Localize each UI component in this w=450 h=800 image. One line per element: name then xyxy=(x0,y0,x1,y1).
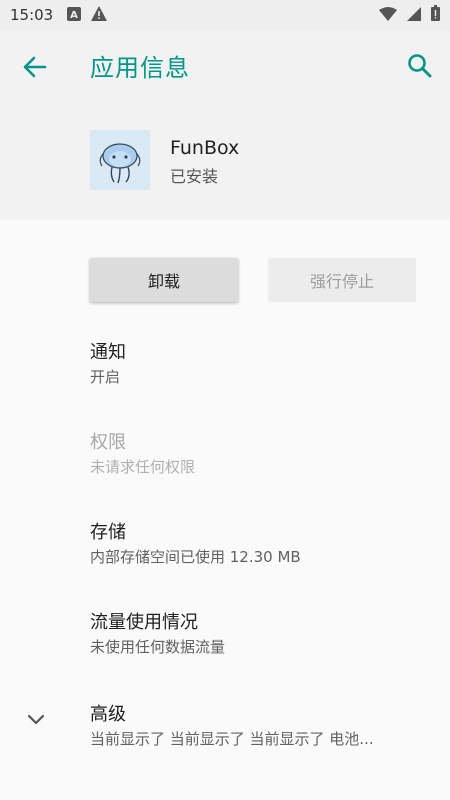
svg-text:A: A xyxy=(70,10,78,21)
a-notification-icon: A xyxy=(67,6,82,25)
app-install-status: 已安装 xyxy=(170,167,219,186)
pref-storage[interactable]: 存储 内部存储空间已使用 12.30 MB xyxy=(0,518,450,598)
pref-title: 存储 xyxy=(90,522,126,543)
app-icon xyxy=(90,130,150,190)
status-right-icons xyxy=(379,5,440,25)
pref-summary: 内部存储空间已使用 12.30 MB xyxy=(90,548,301,566)
back-button[interactable] xyxy=(20,52,50,82)
app-bar: 应用信息 xyxy=(0,30,450,102)
pref-title: 通知 xyxy=(90,342,126,363)
search-button[interactable] xyxy=(404,50,436,82)
page-title: 应用信息 xyxy=(90,54,190,82)
arrow-back-icon xyxy=(23,56,47,78)
pref-data-usage[interactable]: 流量使用情况 未使用任何数据流量 xyxy=(0,608,450,688)
pref-advanced[interactable]: 高级 当前显示了 当前显示了 当前显示了 电池... xyxy=(0,700,450,780)
chevron-down-icon[interactable] xyxy=(24,708,48,732)
pref-title: 高级 xyxy=(90,704,126,725)
uninstall-button[interactable]: 卸载 xyxy=(90,258,238,302)
force-stop-button[interactable]: 强行停止 xyxy=(268,258,416,302)
pref-permissions[interactable]: 权限 未请求任何权限 xyxy=(0,428,450,508)
status-bar: 15:03 A xyxy=(0,0,450,30)
pref-notifications[interactable]: 通知 开启 xyxy=(0,338,450,418)
warning-icon xyxy=(91,5,108,25)
pref-summary: 未请求任何权限 xyxy=(90,458,196,476)
search-icon xyxy=(408,54,432,78)
app-header: FunBox 已安装 xyxy=(0,102,450,220)
pref-summary: 当前显示了 当前显示了 当前显示了 电池... xyxy=(90,730,374,748)
pref-summary: 开启 xyxy=(90,368,121,386)
signal-icon xyxy=(407,6,421,25)
wifi-icon xyxy=(379,6,397,25)
pref-summary: 未使用任何数据流量 xyxy=(90,638,226,656)
status-left-icons: A xyxy=(67,5,108,25)
pref-title: 权限 xyxy=(90,432,126,453)
pref-title: 流量使用情况 xyxy=(90,612,198,633)
status-time: 15:03 xyxy=(10,6,54,24)
app-name: FunBox xyxy=(170,137,240,159)
battery-icon xyxy=(431,5,440,25)
